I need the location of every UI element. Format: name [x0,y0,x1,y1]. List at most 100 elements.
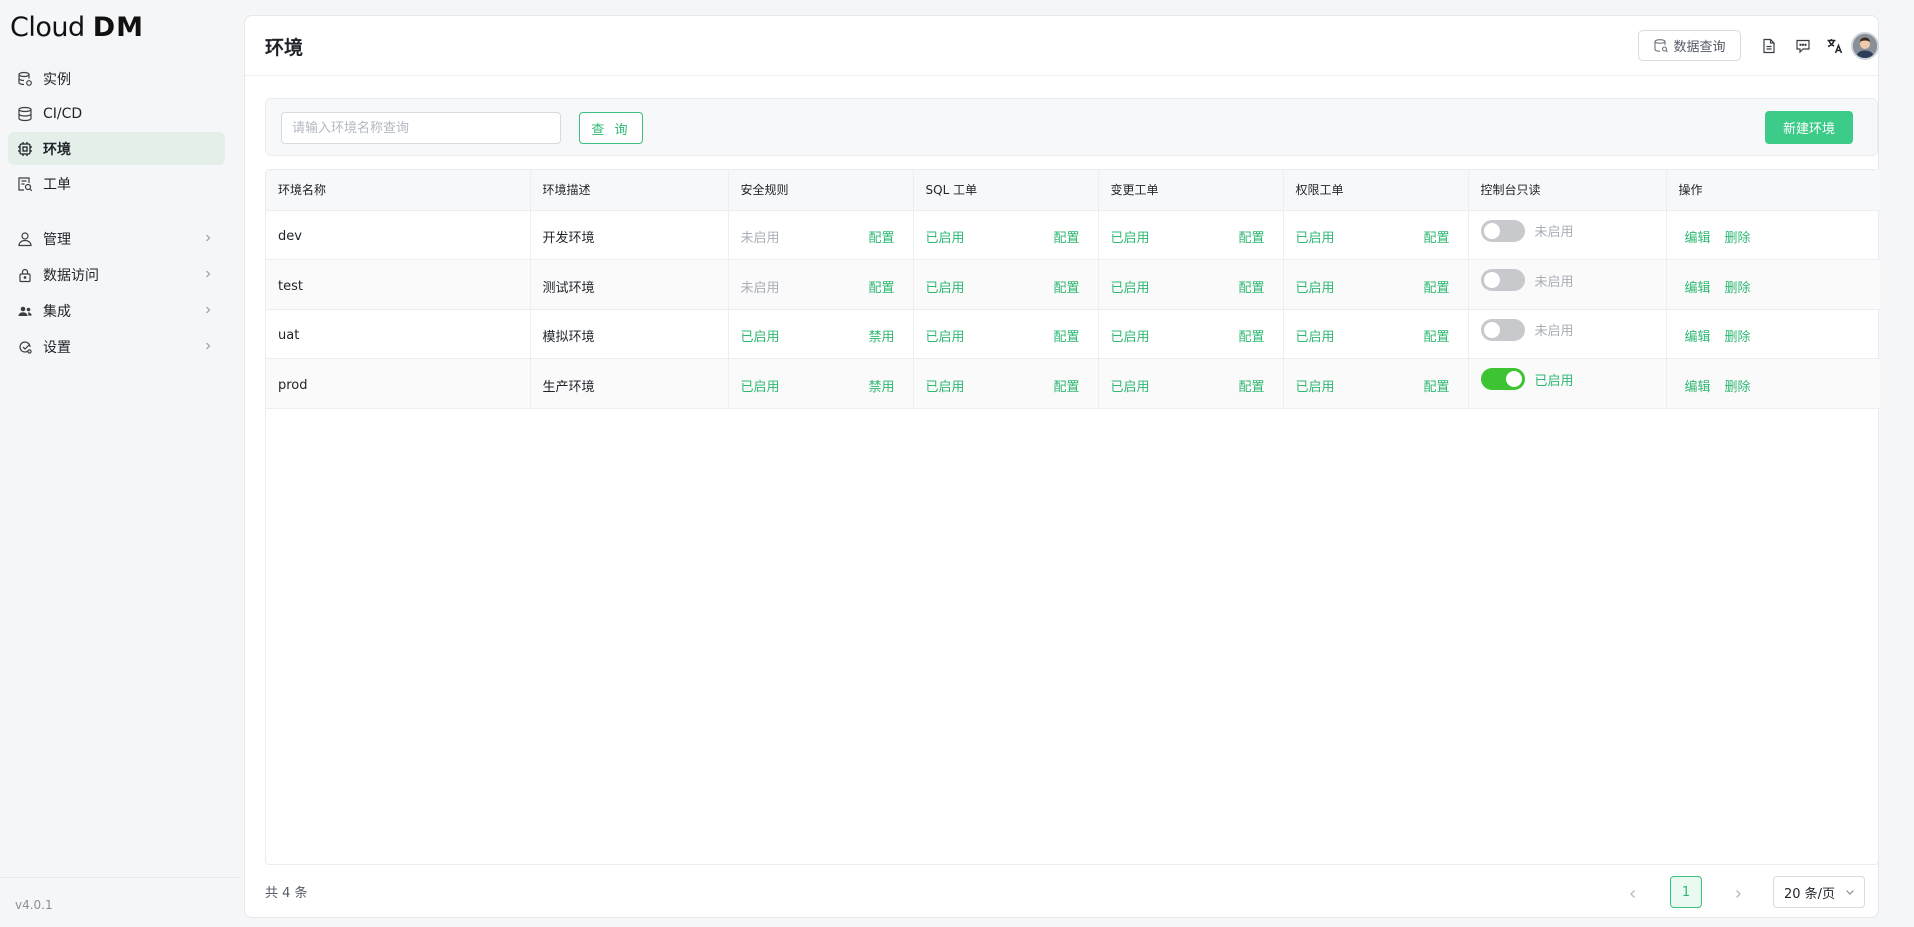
status-text: 已启用 [1110,280,1150,296]
security-action-link[interactable]: 配置 [868,227,894,246]
ops-cell: 编辑 删除 [1666,309,1880,359]
status-text: 已启用 [740,379,780,395]
environments-table: 环境名称 环境描述 安全规则 SQL 工单 变更工单 权限工单 控制台只读 操作… [265,169,1880,865]
sidebar-item-settings[interactable]: 设置 [8,330,225,364]
env-name-cell: test [266,259,531,310]
sql-action-link[interactable]: 配置 [1053,227,1079,246]
data-query-button[interactable]: 数据查询 [1638,30,1741,61]
sidebar-item-data-access[interactable]: 数据访问 [8,258,225,292]
sidebar-item-tickets[interactable]: 工单 [8,167,225,200]
perm-action-link[interactable]: 配置 [1423,277,1449,296]
status-text: 已启用 [1295,379,1335,395]
change-action-link[interactable]: 配置 [1238,376,1264,395]
data-query-label: 数据查询 [1673,39,1726,54]
change-action-link[interactable]: 配置 [1238,227,1264,246]
sidebar-item-label: 环境 [43,141,71,158]
perm-cell: 已启用 配置 [1283,309,1469,359]
sidebar-item-integrations[interactable]: 集成 [8,294,225,328]
message-icon[interactable] [1794,37,1812,55]
security-action-link[interactable]: 禁用 [868,326,894,345]
translate-icon[interactable] [1826,37,1844,55]
security-cell: 未启用 配置 [728,210,914,260]
new-environment-button[interactable]: 新建环境 [1765,111,1853,144]
sidebar-item-instances[interactable]: 实例 [8,62,225,95]
sidebar-item-environments[interactable]: 环境 [8,132,225,165]
readonly-toggle[interactable] [1480,219,1525,242]
delete-link[interactable]: 删除 [1725,281,1751,296]
edit-link[interactable]: 编辑 [1685,380,1711,395]
sql-action-link[interactable]: 配置 [1053,326,1079,345]
sidebar-item-label: CI/CD [43,105,83,122]
column-header[interactable]: 权限工单 [1283,170,1469,211]
sql-cell: 已启用 配置 [913,358,1099,409]
column-header[interactable]: 安全规则 [728,170,914,211]
status-text: 未启用 [740,280,780,296]
security-action-link[interactable]: 禁用 [868,376,894,395]
perm-action-link[interactable]: 配置 [1423,326,1449,345]
column-header[interactable]: SQL 工单 [913,170,1099,211]
table-row: uat 模拟环境 已启用 禁用 已启用 配置 已启用 配置 已启用 配置 未启用 编辑 删除 [266,309,1880,359]
filter-bar: 查 询 新建环境 [265,98,1878,156]
env-desc-cell: 开发环境 [530,210,729,260]
sidebar-item-label: 数据访问 [43,268,99,284]
avatar[interactable] [1851,32,1879,60]
env-desc: 开发环境 [542,231,595,247]
table-row: prod 生产环境 已启用 禁用 已启用 配置 已启用 配置 已启用 配置 已启用 编辑 删除 [266,358,1880,409]
readonly-toggle[interactable] [1480,368,1525,391]
nav-divider [0,202,240,220]
chevron-left-icon[interactable] [1625,886,1641,902]
readonly-cell: 未启用 [1468,309,1667,359]
env-desc-cell: 生产环境 [530,358,729,409]
perm-action-link[interactable]: 配置 [1423,227,1449,246]
security-cell: 已启用 禁用 [728,309,914,359]
change-action-link[interactable]: 配置 [1238,277,1264,296]
delete-link[interactable]: 删除 [1725,330,1751,345]
status-text: 已启用 [1110,231,1150,247]
column-header[interactable]: 变更工单 [1098,170,1284,211]
app-logo[interactable]: Cloud DM [10,12,144,46]
database-stack-icon [16,105,34,123]
chevron-right-icon[interactable] [1730,886,1746,902]
env-name: dev [278,229,302,245]
sidebar-item-label: 设置 [43,340,71,356]
column-header[interactable]: 控制台只读 [1468,170,1667,211]
status-text: 已启用 [1295,231,1335,247]
status-text: 未启用 [740,231,780,247]
document-icon[interactable] [1760,37,1778,55]
app-version: v4.0.1 [0,877,240,927]
table-header-row: 环境名称 环境描述 安全规则 SQL 工单 变更工单 权限工单 控制台只读 操作 [266,170,1880,211]
edit-link[interactable]: 编辑 [1685,330,1711,345]
readonly-toggle[interactable] [1480,269,1525,292]
page-size-select[interactable]: 20 条/页 [1773,876,1865,908]
column-header[interactable]: 环境描述 [530,170,729,211]
search-input[interactable] [281,112,561,144]
status-text: 已启用 [1110,330,1150,346]
perm-action-link[interactable]: 配置 [1423,376,1449,395]
readonly-status: 未启用 [1534,225,1574,241]
env-name: prod [278,377,308,393]
env-desc: 生产环境 [542,379,595,395]
change-action-link[interactable]: 配置 [1238,326,1264,345]
security-action-link[interactable]: 配置 [868,277,894,296]
column-header[interactable]: 环境名称 [266,170,531,211]
readonly-toggle[interactable] [1480,318,1525,341]
edit-link[interactable]: 编辑 [1685,231,1711,246]
column-header[interactable]: 操作 [1666,170,1880,211]
readonly-status: 已启用 [1534,373,1574,389]
env-name: test [278,278,303,294]
page-size-value: 20 条/页 [1784,886,1836,902]
sidebar-item-cicd[interactable]: CI/CD [8,97,225,130]
ops-cell: 编辑 删除 [1666,358,1880,409]
sql-action-link[interactable]: 配置 [1053,277,1079,296]
query-button[interactable]: 查 询 [579,112,643,144]
sql-action-link[interactable]: 配置 [1053,376,1079,395]
sidebar-item-management[interactable]: 管理 [8,222,225,256]
change-cell: 已启用 配置 [1098,259,1284,310]
env-desc-cell: 测试环境 [530,259,729,310]
perm-cell: 已启用 配置 [1283,358,1469,409]
page-number[interactable]: 1 [1670,876,1702,908]
status-text: 已启用 [1295,330,1335,346]
delete-link[interactable]: 删除 [1725,231,1751,246]
edit-link[interactable]: 编辑 [1685,281,1711,296]
delete-link[interactable]: 删除 [1725,380,1751,395]
